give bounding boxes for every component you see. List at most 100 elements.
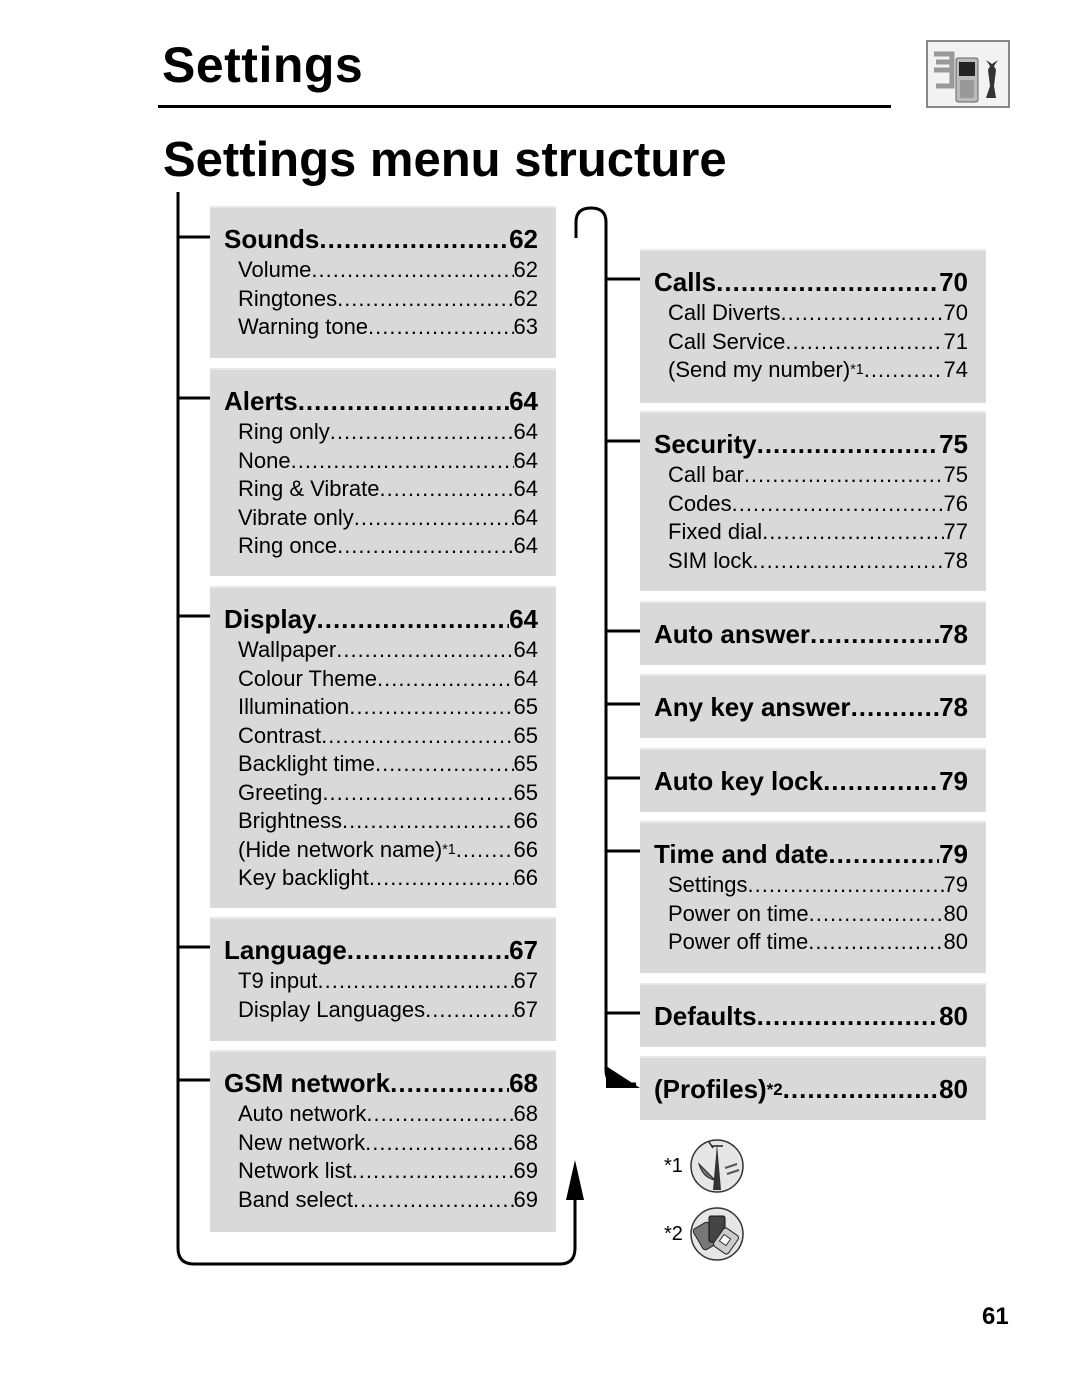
page-ref: 62 [513, 285, 538, 311]
menu-item-main[interactable]: Time and date 79 [654, 837, 968, 871]
menu-subitem[interactable]: Ringtones 62 [224, 285, 538, 314]
submenu-item-label: Warning tone [238, 314, 369, 339]
menu-subitem[interactable]: Codes 76 [654, 490, 968, 519]
menu-subitem[interactable]: Vibrate only 64 [224, 504, 538, 533]
menu-subitem[interactable]: (Send my number)*174 [654, 356, 968, 385]
submenu-item-label: Power off time [668, 929, 809, 954]
leader-dots [368, 313, 513, 342]
menu-item-main[interactable]: Alerts 64 [224, 384, 538, 418]
menu-subitem[interactable]: Warning tone 63 [224, 313, 538, 342]
menu-group-box: Time and date 79 Settings 79 Power on time 80… [640, 821, 986, 973]
menu-group-box: Sounds 62 Volume 62 Ringtones 62 Warning tone 6… [210, 206, 556, 358]
footnote-mark: *2 [664, 1222, 683, 1245]
menu-subitem[interactable]: Greeting 65 [224, 779, 538, 808]
menu-item-main[interactable]: Calls 70 [654, 265, 968, 299]
submenu-item-label: (Send my number) [668, 357, 851, 382]
menu-item-label: Security [654, 429, 757, 459]
leader-dots [353, 1186, 514, 1215]
submenu-item-label: Ring only [238, 419, 330, 444]
page-ref: 79 [939, 766, 968, 796]
page-ref: 64 [509, 604, 538, 634]
leader-dots [828, 837, 939, 871]
page-ref: 71 [943, 328, 968, 354]
menu-subitem[interactable]: Display Languages 67 [224, 996, 538, 1025]
page-ref: 78 [943, 547, 968, 573]
page-ref: 80 [939, 1074, 968, 1104]
menu-item-main[interactable]: Language 67 [224, 933, 538, 967]
menu-subitem[interactable]: Network list 69 [224, 1157, 538, 1186]
menu-subitem[interactable]: None 64 [224, 447, 538, 476]
menu-subitem[interactable]: Key backlight 66 [224, 864, 538, 893]
page-ref: 75 [939, 429, 968, 459]
menu-subitem[interactable]: Power off time 80 [654, 928, 968, 957]
menu-subitem[interactable]: New network 68 [224, 1129, 538, 1158]
submenu-item-label: Ring & Vibrate [238, 476, 380, 501]
leader-dots [375, 750, 514, 779]
menu-subitem[interactable]: Illumination 65 [224, 693, 538, 722]
menu-group-box: Auto key lock 79 [640, 748, 986, 812]
menu-item-main[interactable]: (Profiles)*280 [654, 1072, 968, 1106]
menu-subitem[interactable]: Brightness 66 [224, 807, 538, 836]
menu-item-main[interactable]: Auto answer 78 [654, 617, 968, 651]
menu-subitem[interactable]: T9 input 67 [224, 967, 538, 996]
leader-dots [762, 518, 943, 547]
menu-subitem[interactable]: SIM lock 78 [654, 547, 968, 576]
submenu-item-label: Fixed dial [668, 519, 763, 544]
page-ref: 68 [513, 1129, 538, 1155]
page-ref: 80 [943, 929, 968, 954]
leader-dots [298, 384, 509, 418]
menu-subitem[interactable]: Auto network 68 [224, 1100, 538, 1129]
page-ref: 64 [513, 447, 538, 473]
network-operator-icon [690, 1139, 744, 1193]
menu-item-main[interactable]: Security 75 [654, 427, 968, 461]
menu-item-main[interactable]: Sounds 62 [224, 222, 538, 256]
footnote-mark: *1 [664, 1154, 683, 1177]
menu-subitem[interactable]: (Hide network name)*166 [224, 836, 538, 865]
menu-subitem[interactable]: Backlight time 65 [224, 750, 538, 779]
submenu-item-label: Network list [238, 1158, 352, 1183]
submenu-item-label: SIM lock [668, 547, 753, 573]
menu-group-box: Language 67 T9 input 67 Display Languages 67 [210, 917, 556, 1041]
menu-subitem[interactable]: Call bar 75 [654, 461, 968, 490]
leader-dots [732, 490, 944, 519]
menu-group-box: Auto answer 78 [640, 601, 986, 665]
menu-subitem[interactable]: Ring once 64 [224, 532, 538, 561]
menu-item-label: Defaults [654, 1001, 757, 1031]
menu-item-main[interactable]: Any key answer 78 [654, 690, 968, 724]
submenu-item-label: New network [238, 1129, 366, 1155]
leader-dots [317, 602, 510, 636]
menu-subitem[interactable]: Power on time 80 [654, 900, 968, 929]
submenu-item-label: Contrast [238, 722, 322, 748]
page-ref: 65 [513, 751, 538, 776]
leader-dots [456, 836, 514, 865]
menu-subitem[interactable]: Settings 79 [654, 871, 968, 900]
submenu-item-label: Call bar [668, 462, 744, 487]
menu-subitem[interactable]: Colour Theme 64 [224, 665, 538, 694]
menu-item-label: Display [224, 604, 317, 634]
menu-item-main[interactable]: Defaults 80 [654, 999, 968, 1033]
menu-subitem[interactable]: Fixed dial 77 [654, 518, 968, 547]
menu-item-main[interactable]: Auto key lock 79 [654, 764, 968, 798]
leader-dots [366, 1100, 513, 1129]
menu-item-main[interactable]: GSM network 68 [224, 1066, 538, 1100]
menu-group-box: Display 64Wallpaper64Colour Theme64Illumi… [210, 586, 556, 908]
page-ref: 77 [943, 519, 968, 544]
page-ref: 74 [943, 357, 968, 382]
menu-item-main[interactable]: Display 64 [224, 602, 538, 636]
menu-subitem[interactable]: Ring & Vibrate 64 [224, 475, 538, 504]
submenu-item-label: Backlight time [238, 751, 375, 776]
menu-subitem[interactable]: Ring only 64 [224, 418, 538, 447]
menu-subitem[interactable]: Contrast 65 [224, 722, 538, 751]
page-ref: 64 [509, 386, 538, 416]
submenu-item-label: Auto network [238, 1101, 367, 1126]
menu-subitem[interactable]: Call Diverts 70 [654, 299, 968, 328]
leader-dots [716, 265, 939, 299]
leader-dots [785, 328, 943, 357]
menu-item-label: Alerts [224, 386, 298, 416]
menu-subitem[interactable]: Band select 69 [224, 1186, 538, 1215]
menu-subitem[interactable]: Volume 62 [224, 256, 538, 285]
page-ref: 66 [513, 808, 538, 833]
menu-subitem[interactable]: Wallpaper 64 [224, 636, 538, 665]
submenu-item-label: Greeting [238, 779, 323, 805]
menu-subitem[interactable]: Call Service 71 [654, 328, 968, 357]
